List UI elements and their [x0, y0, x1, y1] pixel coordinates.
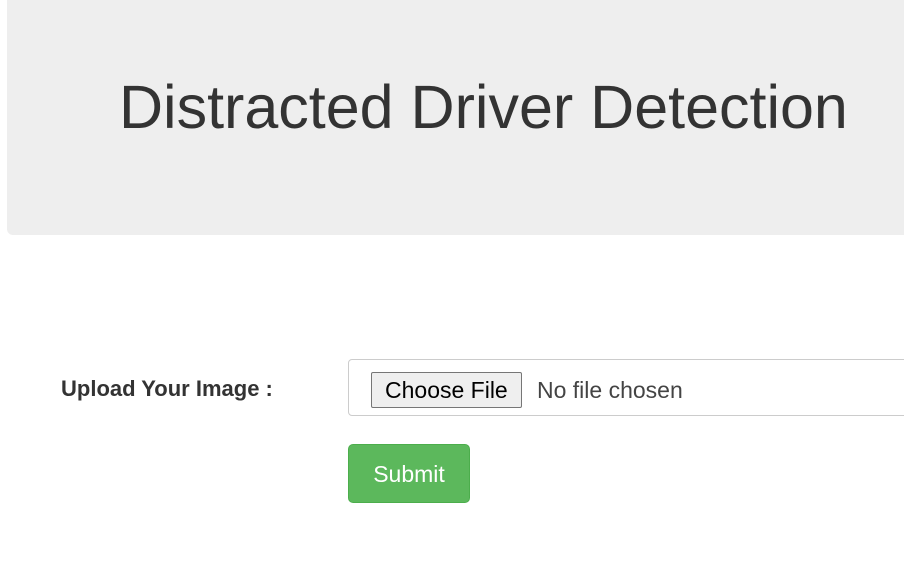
submit-button[interactable]: Submit	[348, 444, 470, 503]
file-status-text: No file chosen	[537, 377, 683, 403]
file-input-field[interactable]: Choose File No file chosen	[348, 359, 904, 416]
choose-file-button[interactable]: Choose File	[371, 372, 522, 408]
page-title: Distracted Driver Detection	[119, 73, 848, 141]
header-banner: Distracted Driver Detection	[7, 0, 904, 235]
upload-image-label: Upload Your Image :	[61, 376, 273, 401]
